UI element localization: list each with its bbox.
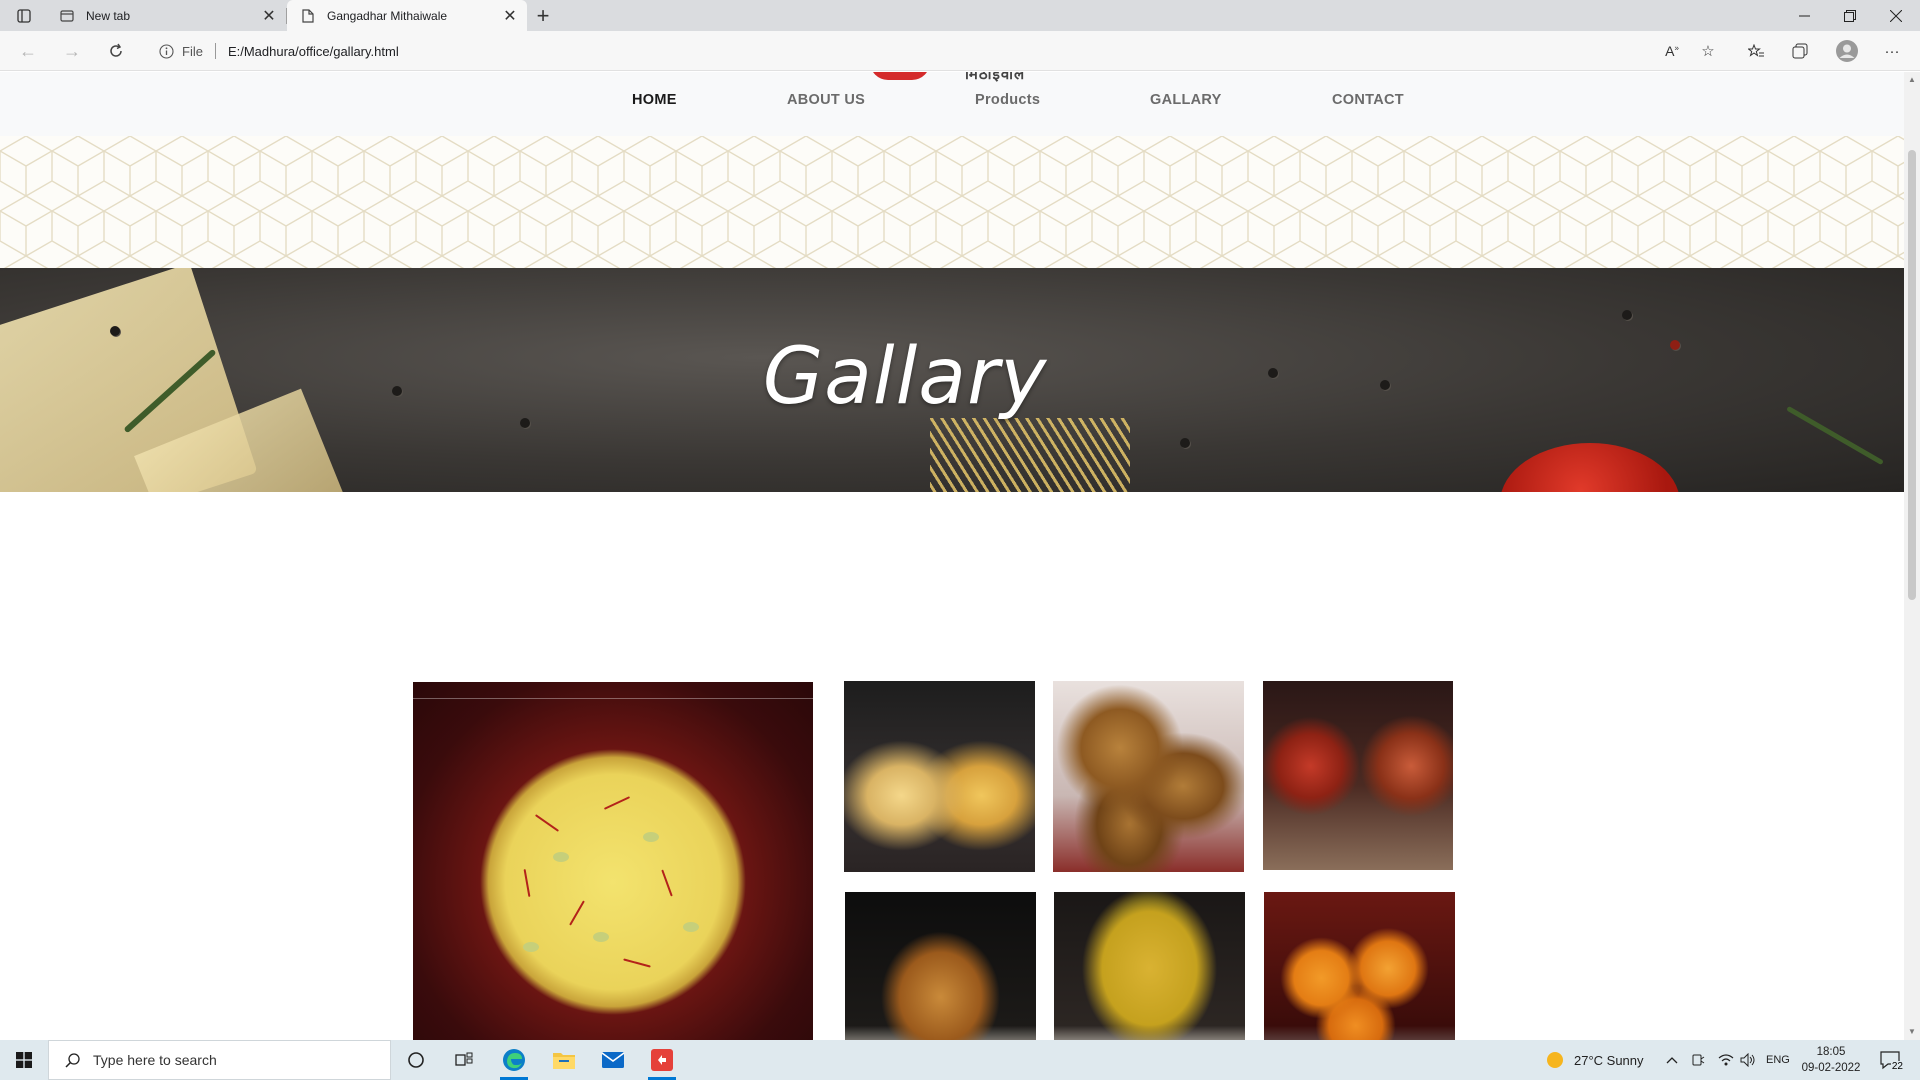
address-bar[interactable]: File E:/Madhura/office/gallary.html <box>146 36 1720 66</box>
show-hidden-icons-chevron-icon[interactable] <box>1666 1040 1678 1080</box>
sun-icon <box>1547 1052 1563 1068</box>
saffron-strand <box>569 900 585 926</box>
hero-tomato-decor <box>1500 443 1680 492</box>
app-red-icon[interactable] <box>638 1040 686 1080</box>
site-logo[interactable]: मिठाईवाले <box>860 72 1040 84</box>
info-icon[interactable] <box>158 43 174 59</box>
page-scrollbar[interactable]: ▲ ▼ <box>1904 72 1920 1040</box>
forward-arrow-icon[interactable]: → <box>58 37 86 65</box>
pistachio-piece <box>643 832 659 842</box>
tab-new-tab[interactable]: New tab ✕ <box>46 0 286 31</box>
nav-products[interactable]: Products <box>975 92 1040 108</box>
language-indicator[interactable]: ENG <box>1766 1040 1790 1080</box>
weather-widget[interactable]: 27°C Sunny <box>1546 1040 1644 1080</box>
pistachio-piece <box>683 922 699 932</box>
tab-title: Gangadhar Mithaiwale <box>327 8 448 23</box>
gallery-hero-banner: Gallary <box>0 268 1904 492</box>
address-divider <box>214 43 216 59</box>
nav-about-us[interactable]: ABOUT US <box>787 92 865 108</box>
scrollbar-thumb[interactable] <box>1908 150 1916 600</box>
tab-title: New tab <box>86 8 131 23</box>
logo-text: मिठाईवाले <box>965 72 1026 83</box>
gallery-image-bakarwadi[interactable] <box>1053 681 1244 872</box>
logo-mark <box>870 72 930 80</box>
site-header: मिठाईवाले HOME ABOUT US Products GALLARY… <box>0 72 1904 136</box>
favorites-icon[interactable] <box>1742 37 1770 65</box>
nav-home[interactable]: HOME <box>632 92 677 108</box>
image-frame-line <box>413 698 813 699</box>
gallery-image-shrikhand[interactable] <box>844 681 1035 872</box>
tab-gangadhar-mithaiwale[interactable]: Gangadhar Mithaiwale ✕ <box>287 0 527 31</box>
file-explorer-icon[interactable] <box>540 1040 588 1080</box>
cortana-icon[interactable] <box>392 1040 440 1080</box>
page-icon <box>301 8 315 23</box>
pistachio-piece <box>593 932 609 942</box>
clock-time: 18:05 <box>1816 1046 1846 1058</box>
collections-icon[interactable] <box>1786 37 1814 65</box>
pistachio-piece <box>523 942 539 952</box>
nav-gallary[interactable]: GALLARY <box>1150 92 1222 108</box>
url-text[interactable]: E:/Madhura/office/gallary.html <box>228 44 399 59</box>
scheme-label: File <box>182 43 203 59</box>
new-tab-page-icon <box>60 9 74 23</box>
profile-avatar-icon[interactable] <box>1833 37 1861 65</box>
meet-now-icon[interactable] <box>1691 1040 1705 1080</box>
close-tab-icon[interactable]: ✕ <box>258 5 280 27</box>
main-navigation: HOME ABOUT US Products GALLARY CONTACT <box>0 92 1904 116</box>
nav-contact[interactable]: CONTACT <box>1332 92 1404 108</box>
clock-date: 09-02-2022 <box>1801 1062 1861 1074</box>
mail-icon[interactable] <box>589 1040 637 1080</box>
restore-icon[interactable] <box>1827 0 1873 31</box>
minimize-icon[interactable] <box>1781 0 1827 31</box>
more-menu-icon[interactable]: ··· <box>1878 37 1906 65</box>
gallery-image-gulab-jamun[interactable] <box>1263 681 1453 870</box>
notifications-icon[interactable]: 22 <box>1876 1048 1904 1072</box>
windows-start-icon[interactable] <box>0 1040 48 1080</box>
edge-browser-icon[interactable] <box>490 1040 538 1080</box>
gallery-image-dhokla[interactable] <box>1054 892 1245 1040</box>
page-title: Gallary <box>762 332 1048 422</box>
peppercorn <box>1180 438 1190 448</box>
taskbar-search-input[interactable]: Type here to search <box>48 1040 391 1080</box>
peppercorn <box>1622 310 1632 320</box>
network-wifi-icon[interactable] <box>1718 1040 1734 1080</box>
gallery-image-rasmalai[interactable] <box>413 682 813 1040</box>
image-gallery <box>0 492 1904 1040</box>
search-placeholder: Type here to search <box>93 1052 217 1068</box>
saffron-strand <box>661 869 673 897</box>
system-clock[interactable]: 18:05 09-02-2022 <box>1796 1044 1866 1076</box>
tab-actions-icon[interactable] <box>12 7 36 25</box>
scroll-down-arrow-icon[interactable]: ▼ <box>1908 1028 1916 1036</box>
gallery-image-samosa[interactable] <box>845 892 1036 1040</box>
close-window-icon[interactable] <box>1873 0 1919 31</box>
hero-pasta-decor <box>930 418 1130 492</box>
volume-icon[interactable] <box>1740 1040 1756 1080</box>
close-tab-icon[interactable]: ✕ <box>499 5 521 27</box>
scroll-up-arrow-icon[interactable]: ▲ <box>1908 76 1916 84</box>
saffron-strand <box>523 869 531 897</box>
notification-count: 22 <box>1890 1061 1904 1072</box>
read-aloud-icon[interactable]: A» <box>1658 37 1686 65</box>
pistachio-piece <box>553 852 569 862</box>
browser-toolbar: ← → File E:/Madhura/office/gallary.html … <box>0 31 1920 71</box>
task-view-icon[interactable] <box>440 1040 488 1080</box>
search-icon <box>63 1051 81 1069</box>
back-arrow-icon[interactable]: ← <box>14 37 42 65</box>
page-viewport: मिठाईवाले HOME ABOUT US Products GALLARY… <box>0 72 1904 1040</box>
browser-tab-bar: New tab ✕ Gangadhar Mithaiwale ✕ + <box>0 0 1920 31</box>
add-favorite-icon[interactable]: ☆ <box>1694 37 1722 65</box>
saffron-strand <box>623 958 651 968</box>
new-tab-plus-icon[interactable]: + <box>530 3 556 29</box>
windows-taskbar: Type here to search 27°C Sunny ENG 18:05… <box>0 1040 1920 1080</box>
gallery-image-laddoo[interactable] <box>1264 892 1455 1040</box>
decorative-pattern-band <box>0 136 1904 268</box>
weather-text: 27°C Sunny <box>1574 1052 1644 1068</box>
saffron-strand <box>603 796 631 810</box>
saffron-strand <box>534 814 560 832</box>
refresh-icon[interactable] <box>102 37 130 65</box>
